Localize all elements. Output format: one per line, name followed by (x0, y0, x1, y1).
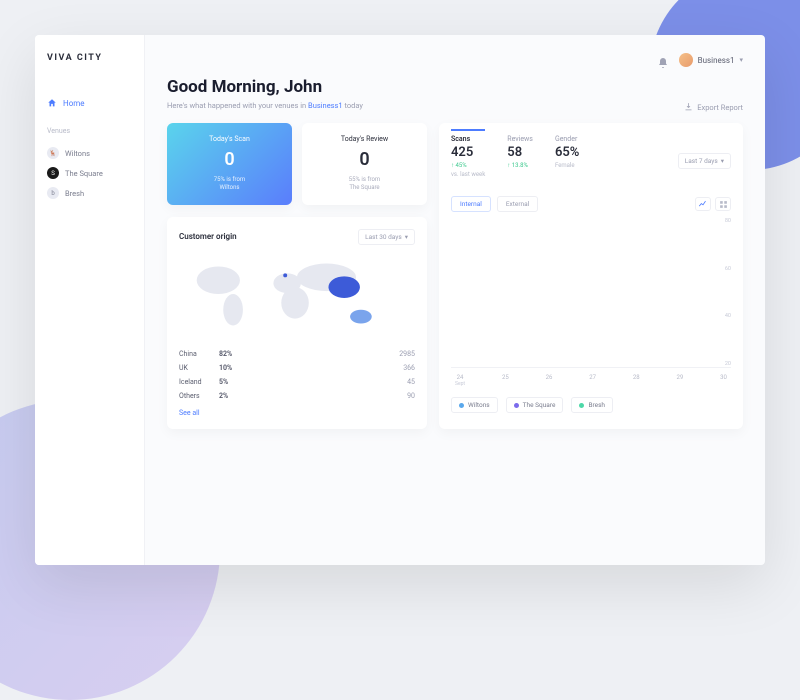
x-axis: 24Sept 25 26 27 28 29 30 (451, 374, 731, 387)
y-axis: 80 60 40 20 (725, 218, 731, 367)
stat-title: Today's Review (312, 135, 417, 143)
metric-gender[interactable]: Gender 65% Female (555, 135, 579, 169)
nav-home-label: Home (63, 99, 85, 108)
stat-sub: 55% is fromThe Square (312, 176, 417, 193)
venue-avatar: b (47, 187, 59, 199)
venue-avatar: 🦌 (47, 147, 59, 159)
legend-dot (579, 403, 584, 408)
chart-legend: Wiltons The Square Bresh (451, 397, 731, 413)
tab-internal[interactable]: Internal (451, 196, 491, 212)
venue-label: The Square (65, 169, 103, 178)
origin-range-dropdown[interactable]: Last 30 days▾ (358, 229, 415, 245)
stat-card-review[interactable]: Today's Review 0 55% is fromThe Square (302, 123, 427, 205)
main-content: Business1 ▾ Good Morning, John Here's wh… (145, 35, 765, 565)
country-row: Iceland5%45 (179, 375, 415, 389)
venue-the-square[interactable]: S The Square (47, 163, 132, 183)
bell-icon[interactable] (657, 54, 669, 66)
app-window: VIVA CITY Home Venues 🦌 Wiltons S The Sq… (35, 35, 765, 565)
card-title: Customer origin (179, 232, 237, 241)
page-title: Good Morning, John (167, 77, 743, 97)
venues-section-label: Venues (47, 127, 132, 135)
country-row: UK10%366 (179, 361, 415, 375)
legend-the-square[interactable]: The Square (506, 397, 564, 413)
metric-scans[interactable]: Scans 425 ↑ 45% vs. last week (451, 135, 485, 178)
chevron-down-icon: ▾ (739, 56, 743, 64)
venue-label: Wiltons (65, 149, 90, 158)
chart-canvas: 80 60 40 20 (451, 218, 731, 368)
grid-view-button[interactable] (715, 197, 731, 211)
country-row: Others2%90 (179, 389, 415, 403)
world-map[interactable] (179, 255, 415, 335)
legend-wiltons[interactable]: Wiltons (451, 397, 498, 413)
user-menu[interactable]: Business1 ▾ (679, 53, 743, 67)
chart-range-dropdown[interactable]: Last 7 days▾ (678, 153, 731, 169)
tab-external[interactable]: External (497, 196, 538, 212)
chevron-down-icon: ▾ (721, 157, 724, 165)
country-row: China82%2985 (179, 347, 415, 361)
username: Business1 (698, 56, 735, 65)
see-all-link[interactable]: See all (179, 409, 415, 417)
stat-title: Today's Scan (177, 135, 282, 143)
legend-bresh[interactable]: Bresh (571, 397, 613, 413)
chevron-down-icon: ▾ (405, 233, 408, 241)
venue-wiltons[interactable]: 🦌 Wiltons (47, 143, 132, 163)
stat-sub: 75% is fromWiltons (177, 176, 282, 193)
venue-label: Bresh (65, 189, 84, 198)
avatar (679, 53, 693, 67)
legend-dot (459, 403, 464, 408)
logo: VIVA CITY (47, 53, 132, 63)
stat-value: 0 (177, 149, 282, 170)
stat-value: 0 (312, 149, 417, 170)
nav-home[interactable]: Home (47, 93, 132, 113)
line-view-button[interactable] (695, 197, 711, 211)
home-icon (47, 98, 57, 108)
metric-reviews[interactable]: Reviews 58 ↑ 13.8% (507, 135, 533, 169)
stat-card-scan[interactable]: Today's Scan 0 75% is fromWiltons (167, 123, 292, 205)
legend-dot (514, 403, 519, 408)
sidebar: VIVA CITY Home Venues 🦌 Wiltons S The Sq… (35, 35, 145, 565)
chart-card: Scans 425 ↑ 45% vs. last week Reviews 58… (439, 123, 743, 429)
venue-avatar: S (47, 167, 59, 179)
download-icon (684, 102, 693, 113)
topbar: Business1 ▾ (167, 53, 743, 67)
export-label: Export Report (697, 103, 743, 112)
export-button[interactable]: Export Report (684, 102, 743, 113)
venue-bresh[interactable]: b Bresh (47, 183, 132, 203)
customer-origin-card: Customer origin Last 30 days▾ (167, 217, 427, 429)
